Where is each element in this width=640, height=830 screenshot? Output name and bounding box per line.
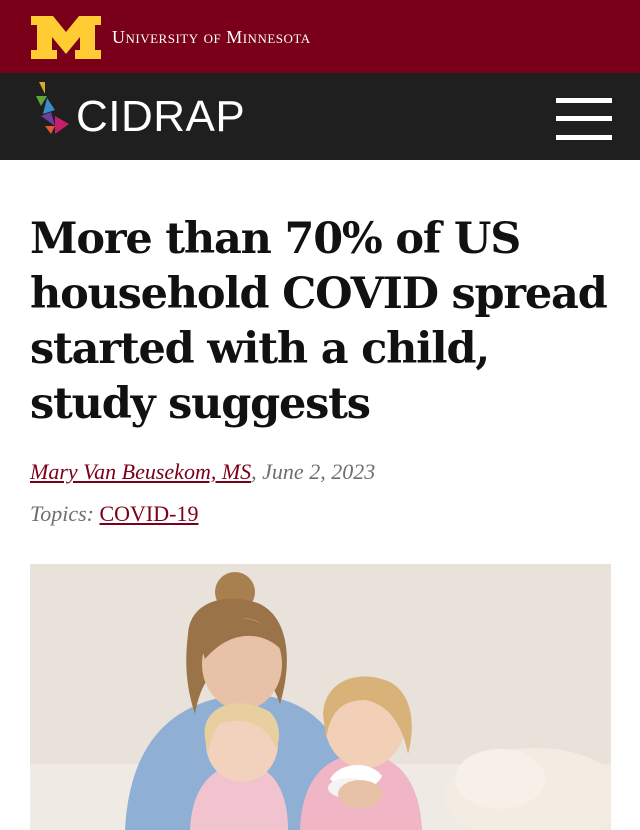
cidrap-logo-icon[interactable] bbox=[33, 80, 77, 136]
article-date: June 2, 2023 bbox=[262, 459, 376, 484]
hamburger-menu-icon-line bbox=[556, 116, 612, 121]
university-name[interactable]: University of Minnesota bbox=[112, 27, 311, 48]
university-header: University of Minnesota bbox=[0, 0, 640, 73]
topic-link[interactable]: COVID-19 bbox=[99, 501, 198, 526]
hamburger-menu-icon bbox=[556, 98, 612, 103]
university-m-logo[interactable] bbox=[29, 16, 103, 59]
article-byline: Mary Van Beusekom, MS, June 2, 2023 bbox=[30, 459, 375, 485]
byline-separator: , bbox=[251, 459, 257, 484]
article-headline: More than 70% of US household COVID spre… bbox=[30, 214, 608, 429]
site-title[interactable]: CIDRAP bbox=[76, 92, 245, 142]
hamburger-menu-icon-line bbox=[556, 135, 612, 140]
author-link[interactable]: Mary Van Beusekom, MS bbox=[30, 459, 251, 484]
article-hero-image bbox=[30, 564, 611, 830]
hero-illustration bbox=[30, 564, 611, 830]
article-topics: Topics: COVID-19 bbox=[30, 501, 198, 527]
hamburger-menu-button[interactable] bbox=[556, 98, 612, 140]
topics-label: Topics: bbox=[30, 501, 94, 526]
